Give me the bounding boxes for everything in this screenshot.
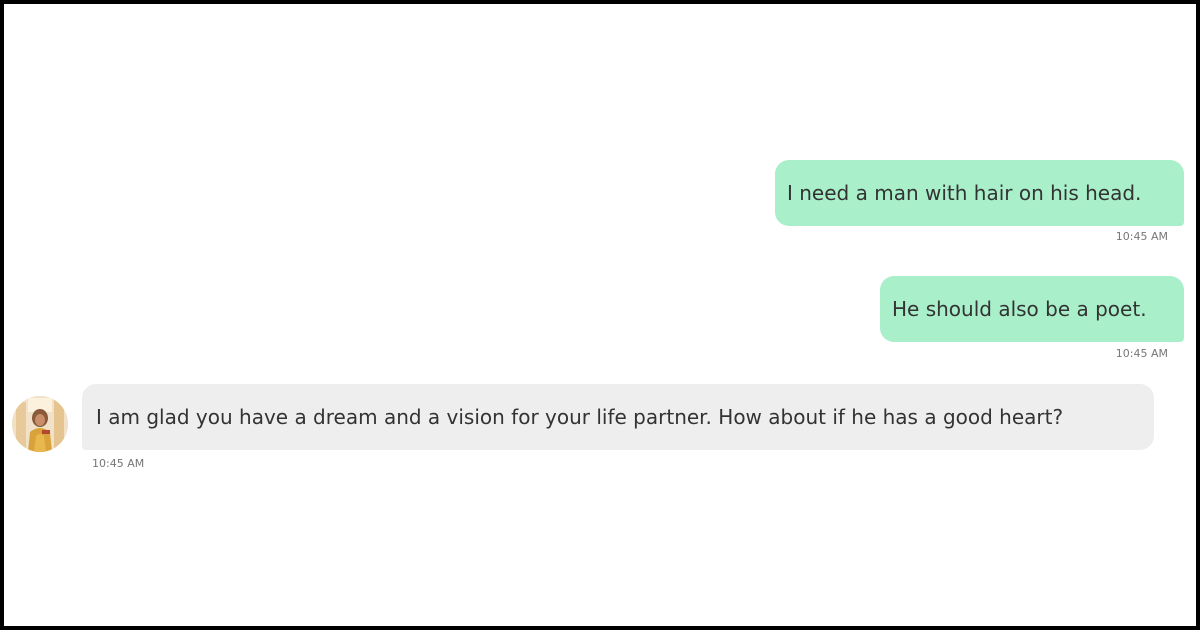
- message-text: I am glad you have a dream and a vision …: [96, 405, 1064, 429]
- outgoing-message-bubble: I need a man with hair on his head.: [775, 160, 1184, 226]
- outgoing-message-bubble: He should also be a poet.: [880, 276, 1184, 342]
- avatar-photo-icon: [12, 396, 68, 452]
- contact-avatar[interactable]: [12, 396, 68, 452]
- chat-window: I need a man with hair on his head. 10:4…: [0, 0, 1200, 630]
- message-timestamp: 10:45 AM: [1115, 230, 1168, 243]
- message-timestamp: 10:45 AM: [1115, 347, 1168, 360]
- message-text: He should also be a poet.: [892, 297, 1147, 321]
- incoming-message-bubble: I am glad you have a dream and a vision …: [82, 384, 1154, 450]
- message-timestamp: 10:45 AM: [92, 457, 145, 470]
- message-text: I need a man with hair on his head.: [787, 181, 1142, 205]
